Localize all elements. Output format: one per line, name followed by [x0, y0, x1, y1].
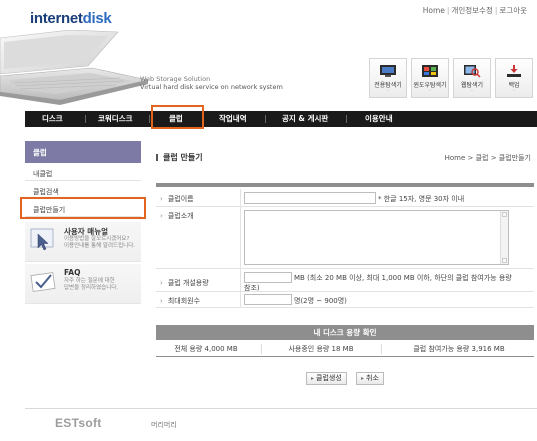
create-club-button[interactable]: ▸ 클럽생성	[306, 372, 347, 385]
footer-text: 머리머리	[151, 421, 177, 429]
cancel-button[interactable]: ▸ 취소	[356, 372, 384, 385]
estsoft-logo: ESTsoft	[55, 416, 102, 430]
club-name-input[interactable]	[244, 192, 376, 204]
max-members-label: 최대회원수	[160, 296, 200, 306]
faq-desc: 자주 하는 질문에 대한 답변을 정리하였습니다.	[64, 278, 119, 291]
sidebar-item-my-club[interactable]: 내클럽	[25, 165, 141, 181]
web-search-icon	[464, 65, 481, 78]
window-icon	[422, 65, 438, 77]
disk-used: 사용중인 용량 18 MB	[288, 345, 354, 353]
nav-item-board[interactable]: 공지 & 게시판	[282, 111, 328, 127]
logo-text-b: disk	[82, 10, 112, 27]
faq-box[interactable]: FAQ 자주 하는 질문에 대한 답변을 정리하였습니다.	[25, 264, 141, 304]
faq-check-icon	[30, 272, 56, 292]
textarea-scrollbar[interactable]	[500, 211, 508, 264]
scroll-down-arrow-icon[interactable]	[502, 258, 507, 263]
form-row-club-intro: 클럽소개	[156, 207, 534, 269]
club-intro-label: 클럽소개	[160, 211, 194, 221]
max-members-hint: 명(2명 ~ 900명)	[294, 297, 347, 305]
scroll-up-arrow-icon[interactable]	[502, 212, 507, 217]
form-top-rule	[156, 183, 534, 187]
main-nav: 디스크 코워디스크 클럽 작업내역 공지 & 게시판 이용안내	[25, 111, 537, 127]
club-intro-textarea[interactable]	[244, 210, 509, 265]
logo-text-a: internet	[30, 10, 83, 27]
nav-item-guide[interactable]: 이용안내	[365, 111, 393, 127]
form-row-club-name: 클럽이름 * 한글 15자, 영문 30자 이내	[156, 189, 534, 207]
internetdisk-logo[interactable]: internetdisk	[30, 10, 112, 27]
max-members-input[interactable]	[244, 294, 292, 305]
tool-windows-explorer[interactable]: 윈도우탐색기 ·	[411, 58, 449, 98]
tool-web-explorer[interactable]: 웹탐색기 ·	[453, 58, 491, 98]
user-manual-desc: 이용방법을 잘모르시겠어요? 이용안내를 통해 알려드립니다.	[64, 236, 136, 249]
tool-backup[interactable]: 백업 ·	[495, 58, 533, 98]
capacity-hint: MB (최소 20 MB 이상, 최대 1,000 MB 이하, 하단의 클럽 …	[294, 274, 512, 282]
nav-item-disk[interactable]: 디스크	[42, 111, 63, 127]
home-link[interactable]: Home	[423, 6, 445, 15]
monitor-icon	[380, 65, 396, 77]
sidebar-active-highlight	[20, 197, 146, 219]
laptop-illustration	[0, 30, 150, 105]
backup-icon	[507, 65, 521, 77]
tagline-line-1: Web Storage Solution	[140, 75, 211, 83]
disk-usage-header: 내 디스크 용량 확인	[156, 325, 534, 340]
tagline: Web Storage Solution Virtual hard disk s…	[140, 75, 283, 91]
tagline-line-2: Virtual hard disk service on network sys…	[140, 83, 283, 91]
user-manual-box[interactable]: 사용자 매뉴얼 이용방법을 잘모르시겠어요? 이용안내를 통해 알려드립니다.	[25, 222, 141, 262]
arrow-right-icon: ▸	[311, 375, 315, 382]
page-title: 클럽 만들기	[156, 152, 203, 163]
faq-title: FAQ	[64, 268, 81, 277]
form-row-members: 최대회원수 명(2명 ~ 900명)	[156, 292, 534, 308]
nav-active-highlight	[151, 105, 204, 129]
disk-available: 클럽 참여가능 용량 3,916 MB	[413, 345, 505, 353]
disk-usage-row: 전체 용량 4,000 MB 사용중인 용량 18 MB 클럽 참여가능 용량 …	[156, 341, 534, 357]
top-links: Home | 개인정보수정 | 로그아웃	[422, 6, 527, 15]
manual-pointer-icon	[30, 228, 54, 251]
disk-total: 전체 용량 4,000 MB	[174, 345, 238, 353]
club-name-label: 클럽이름	[160, 194, 194, 204]
logout-link[interactable]: 로그아웃	[499, 6, 527, 15]
nav-item-cowork-disk[interactable]: 코워디스크	[98, 111, 133, 127]
form-row-capacity: 클럽 개설용량 MB (최소 20 MB 이상, 최대 1,000 MB 이하,…	[156, 269, 534, 292]
breadcrumb: Home > 클럽 > 클럽만들기	[444, 154, 531, 162]
tool-dedicated-explorer[interactable]: 전용탐색기 ·	[369, 58, 407, 98]
nav-item-history[interactable]: 작업내역	[219, 111, 247, 127]
capacity-input[interactable]	[244, 272, 292, 283]
sidebar-title: 클럽	[25, 141, 141, 163]
footer-divider	[25, 408, 537, 409]
arrow-right-icon: ▸	[361, 375, 365, 382]
capacity-label: 클럽 개설용량	[160, 278, 209, 288]
edit-profile-link[interactable]: 개인정보수정	[451, 6, 492, 15]
club-name-hint: * 한글 15자, 영문 30자 이내	[378, 195, 465, 203]
